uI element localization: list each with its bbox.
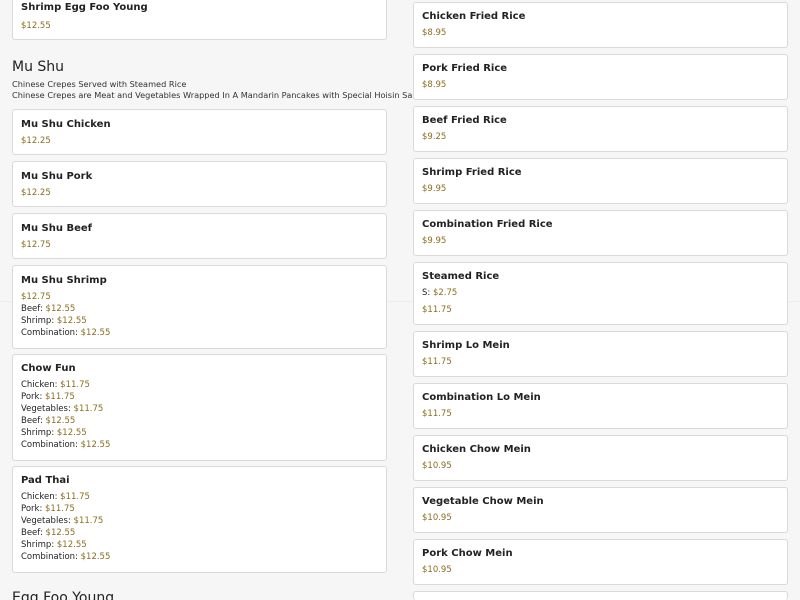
item-name: Chicken Fried Rice [422,11,526,22]
item-price: $12.25 [21,136,51,146]
menu-item-card[interactable]: Pork Fried Rice $8.95 [413,54,788,100]
menu-item-card[interactable]: Mu Shu Pork $12.25 [12,161,387,207]
price-option: Beef: $12.55 [21,304,76,314]
item-name: Chicken Chow Mein [422,444,531,455]
item-name: Steamed Rice [422,271,500,282]
menu-item-card[interactable]: Shrimp Fried Rice $9.95 [413,158,788,204]
item-name: Shrimp Lo Mein [422,340,510,351]
price-option: Shrimp: $12.55 [21,316,87,326]
item-name: Shrimp Egg Foo Young [21,2,148,13]
price-option: Combination: $12.55 [21,552,111,562]
price-option: Vegetables: $11.75 [21,404,104,414]
price-option: Pork: $11.75 [21,504,75,514]
menu-item-card[interactable]: Steamed Rice S: $2.75 $11.75 [413,262,788,325]
item-price: $8.95 [422,80,447,90]
item-price: $12.75 [21,240,51,250]
item-price: $10.95 [422,461,452,471]
menu-item-card[interactable]: Mu Shu Chicken $12.25 [12,109,387,155]
menu-item-card-partial[interactable] [413,591,788,600]
price-option: Shrimp: $12.55 [21,540,87,550]
section-description: Chinese Crepes Served with Steamed Rice [12,79,187,89]
item-price: $11.75 [422,357,452,367]
item-name: Mu Shu Shrimp [21,275,107,286]
item-name: Mu Shu Pork [21,171,93,182]
price-option: Chicken: $11.75 [21,492,90,502]
item-price: $11.75 [422,305,452,315]
item-name: Combination Fried Rice [422,219,553,230]
item-name: Combination Lo Mein [422,392,541,403]
item-name: Shrimp Fried Rice [422,167,522,178]
section-description: Chinese Crepes are Meat and Vegetables W… [12,90,428,100]
section-title-mu-shu: Mu Shu [12,59,65,75]
item-name: Vegetable Chow Mein [422,496,544,507]
price-option: Combination: $12.55 [21,328,111,338]
price-option: Vegetables: $11.75 [21,516,104,526]
menu-item-card[interactable]: Vegetable Chow Mein $10.95 [413,487,788,533]
price-option: S: $2.75 [422,288,458,298]
section-title-egg-foo-young: Egg Foo Young [12,590,115,600]
price-option: Combination: $12.55 [21,440,111,450]
item-name: Pork Fried Rice [422,63,508,74]
item-name: Mu Shu Chicken [21,119,111,130]
menu-item-card[interactable]: Pork Chow Mein $10.95 [413,539,788,585]
menu-item-card[interactable]: Shrimp Egg Foo Young $12.55 [12,0,387,40]
item-name: Mu Shu Beef [21,223,93,234]
item-price: $12.25 [21,188,51,198]
item-price: $9.95 [422,184,447,194]
price-option: Beef: $12.55 [21,528,76,538]
item-price: $11.75 [422,409,452,419]
item-price: $12.55 [21,21,51,31]
menu-item-card[interactable]: Pad Thai Chicken: $11.75 Pork: $11.75 Ve… [12,466,387,573]
menu-item-card[interactable]: Combination Fried Rice $9.95 [413,210,788,256]
menu-item-card[interactable]: Chicken Chow Mein $10.95 [413,435,788,481]
item-price: $10.95 [422,513,452,523]
menu-item-card[interactable]: Shrimp Lo Mein $11.75 [413,331,788,377]
price-option: Chicken: $11.75 [21,380,90,390]
price-option: Beef: $12.55 [21,416,76,426]
item-name: Pad Thai [21,475,70,486]
price-option: Pork: $11.75 [21,392,75,402]
menu-item-card[interactable]: Chicken Fried Rice $8.95 [413,2,788,48]
menu-item-card[interactable]: Mu Shu Shrimp $12.75 Beef: $12.55 Shrimp… [12,265,387,349]
item-price: $9.95 [422,236,447,246]
menu-item-card[interactable]: Mu Shu Beef $12.75 [12,213,387,259]
item-name: Beef Fried Rice [422,115,507,126]
item-name: Chow Fun [21,363,76,374]
item-price: $9.25 [422,132,447,142]
menu-item-card[interactable]: Chow Fun Chicken: $11.75 Pork: $11.75 Ve… [12,354,387,461]
item-price: $8.95 [422,28,447,38]
item-price: $12.75 [21,292,51,302]
item-name: Pork Chow Mein [422,548,513,559]
item-price: $10.95 [422,565,452,575]
price-option: Shrimp: $12.55 [21,428,87,438]
menu-item-card[interactable]: Beef Fried Rice $9.25 [413,106,788,152]
menu-item-card[interactable]: Combination Lo Mein $11.75 [413,383,788,429]
